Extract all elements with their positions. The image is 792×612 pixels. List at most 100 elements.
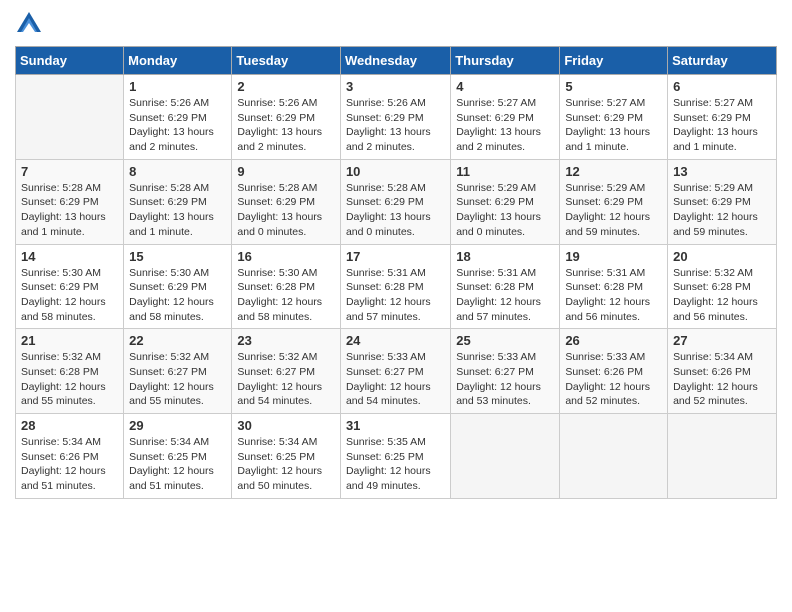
day-detail: Sunrise: 5:27 AMSunset: 6:29 PMDaylight:… (565, 96, 662, 155)
day-number: 25 (456, 333, 554, 348)
header (15, 10, 777, 38)
day-number: 8 (129, 164, 226, 179)
day-cell: 30 Sunrise: 5:34 AMSunset: 6:25 PMDayligh… (232, 414, 341, 499)
day-number: 30 (237, 418, 335, 433)
day-number: 15 (129, 249, 226, 264)
week-row-5: 28 Sunrise: 5:34 AMSunset: 6:26 PMDayligh… (16, 414, 777, 499)
day-cell: 10 Sunrise: 5:28 AMSunset: 6:29 PMDayligh… (340, 159, 450, 244)
day-detail: Sunrise: 5:28 AMSunset: 6:29 PMDaylight:… (346, 181, 445, 240)
day-detail: Sunrise: 5:33 AMSunset: 6:27 PMDaylight:… (456, 350, 554, 409)
day-number: 23 (237, 333, 335, 348)
day-detail: Sunrise: 5:34 AMSunset: 6:25 PMDaylight:… (129, 435, 226, 494)
day-number: 24 (346, 333, 445, 348)
day-number: 18 (456, 249, 554, 264)
day-number: 22 (129, 333, 226, 348)
day-number: 21 (21, 333, 118, 348)
header-cell-friday: Friday (560, 47, 668, 75)
day-cell: 5 Sunrise: 5:27 AMSunset: 6:29 PMDaylight… (560, 75, 668, 160)
day-cell: 17 Sunrise: 5:31 AMSunset: 6:28 PMDayligh… (340, 244, 450, 329)
day-cell: 8 Sunrise: 5:28 AMSunset: 6:29 PMDaylight… (124, 159, 232, 244)
header-cell-monday: Monday (124, 47, 232, 75)
day-cell: 14 Sunrise: 5:30 AMSunset: 6:29 PMDayligh… (16, 244, 124, 329)
week-row-1: 1 Sunrise: 5:26 AMSunset: 6:29 PMDaylight… (16, 75, 777, 160)
week-row-2: 7 Sunrise: 5:28 AMSunset: 6:29 PMDaylight… (16, 159, 777, 244)
day-cell: 22 Sunrise: 5:32 AMSunset: 6:27 PMDayligh… (124, 329, 232, 414)
day-cell: 16 Sunrise: 5:30 AMSunset: 6:28 PMDayligh… (232, 244, 341, 329)
day-cell: 25 Sunrise: 5:33 AMSunset: 6:27 PMDayligh… (451, 329, 560, 414)
day-number: 7 (21, 164, 118, 179)
day-cell: 13Sunrise: 5:29 AMSunset: 6:29 PMDayligh… (668, 159, 777, 244)
day-cell: 26 Sunrise: 5:33 AMSunset: 6:26 PMDayligh… (560, 329, 668, 414)
day-cell: 9 Sunrise: 5:28 AMSunset: 6:29 PMDaylight… (232, 159, 341, 244)
day-detail: Sunrise: 5:26 AMSunset: 6:29 PMDaylight:… (237, 96, 335, 155)
day-detail: Sunrise: 5:34 AMSunset: 6:26 PMDaylight:… (21, 435, 118, 494)
day-number: 11 (456, 164, 554, 179)
day-cell (16, 75, 124, 160)
day-number: 31 (346, 418, 445, 433)
day-detail: Sunrise: 5:32 AMSunset: 6:28 PMDaylight:… (21, 350, 118, 409)
day-detail: Sunrise: 5:30 AMSunset: 6:29 PMDaylight:… (129, 266, 226, 325)
day-cell: 24 Sunrise: 5:33 AMSunset: 6:27 PMDayligh… (340, 329, 450, 414)
day-detail: Sunrise: 5:30 AMSunset: 6:28 PMDaylight:… (237, 266, 335, 325)
day-number: 3 (346, 79, 445, 94)
day-number: 28 (21, 418, 118, 433)
day-cell: 6 Sunrise: 5:27 AMSunset: 6:29 PMDaylight… (668, 75, 777, 160)
day-number: 29 (129, 418, 226, 433)
day-number: 19 (565, 249, 662, 264)
day-detail: Sunrise: 5:26 AMSunset: 6:29 PMDaylight:… (346, 96, 445, 155)
day-detail: Sunrise: 5:30 AMSunset: 6:29 PMDaylight:… (21, 266, 118, 325)
day-detail: Sunrise: 5:28 AMSunset: 6:29 PMDaylight:… (21, 181, 118, 240)
day-number: 1 (129, 79, 226, 94)
day-cell: 3 Sunrise: 5:26 AMSunset: 6:29 PMDaylight… (340, 75, 450, 160)
day-detail: Sunrise: 5:32 AMSunset: 6:27 PMDaylight:… (129, 350, 226, 409)
day-number: 12 (565, 164, 662, 179)
day-cell: 21 Sunrise: 5:32 AMSunset: 6:28 PMDayligh… (16, 329, 124, 414)
day-detail: Sunrise: 5:35 AMSunset: 6:25 PMDaylight:… (346, 435, 445, 494)
week-row-4: 21 Sunrise: 5:32 AMSunset: 6:28 PMDayligh… (16, 329, 777, 414)
day-number: 9 (237, 164, 335, 179)
day-detail: Sunrise: 5:31 AMSunset: 6:28 PMDaylight:… (346, 266, 445, 325)
day-number: 16 (237, 249, 335, 264)
week-row-3: 14 Sunrise: 5:30 AMSunset: 6:29 PMDayligh… (16, 244, 777, 329)
day-detail: Sunrise: 5:28 AMSunset: 6:29 PMDaylight:… (237, 181, 335, 240)
day-number: 6 (673, 79, 771, 94)
day-cell: 31 Sunrise: 5:35 AMSunset: 6:25 PMDayligh… (340, 414, 450, 499)
day-detail: Sunrise: 5:34 AMSunset: 6:26 PMDaylight:… (673, 350, 771, 409)
day-detail: Sunrise: 5:27 AMSunset: 6:29 PMDaylight:… (673, 96, 771, 155)
day-number: 27 (673, 333, 771, 348)
day-detail: Sunrise: 5:32 AMSunset: 6:28 PMDaylight:… (673, 266, 771, 325)
day-cell: 18Sunrise: 5:31 AMSunset: 6:28 PMDayligh… (451, 244, 560, 329)
day-number: 14 (21, 249, 118, 264)
day-detail: Sunrise: 5:32 AMSunset: 6:27 PMDaylight:… (237, 350, 335, 409)
day-detail: Sunrise: 5:31 AMSunset: 6:28 PMDaylight:… (565, 266, 662, 325)
day-number: 10 (346, 164, 445, 179)
day-detail: Sunrise: 5:33 AMSunset: 6:27 PMDaylight:… (346, 350, 445, 409)
day-number: 20 (673, 249, 771, 264)
day-detail: Sunrise: 5:26 AMSunset: 6:29 PMDaylight:… (129, 96, 226, 155)
day-detail: Sunrise: 5:29 AMSunset: 6:29 PMDaylight:… (456, 181, 554, 240)
day-detail: Sunrise: 5:29 AMSunset: 6:29 PMDaylight:… (673, 181, 771, 240)
day-cell: 1 Sunrise: 5:26 AMSunset: 6:29 PMDaylight… (124, 75, 232, 160)
day-cell: 20 Sunrise: 5:32 AMSunset: 6:28 PMDayligh… (668, 244, 777, 329)
day-number: 17 (346, 249, 445, 264)
day-number: 26 (565, 333, 662, 348)
day-detail: Sunrise: 5:28 AMSunset: 6:29 PMDaylight:… (129, 181, 226, 240)
day-cell: 27 Sunrise: 5:34 AMSunset: 6:26 PMDayligh… (668, 329, 777, 414)
day-cell: 29 Sunrise: 5:34 AMSunset: 6:25 PMDayligh… (124, 414, 232, 499)
header-cell-thursday: Thursday (451, 47, 560, 75)
day-detail: Sunrise: 5:27 AMSunset: 6:29 PMDaylight:… (456, 96, 554, 155)
header-cell-wednesday: Wednesday (340, 47, 450, 75)
day-number: 5 (565, 79, 662, 94)
calendar-table: SundayMondayTuesdayWednesdayThursdayFrid… (15, 46, 777, 499)
header-cell-sunday: Sunday (16, 47, 124, 75)
day-detail: Sunrise: 5:33 AMSunset: 6:26 PMDaylight:… (565, 350, 662, 409)
day-detail: Sunrise: 5:34 AMSunset: 6:25 PMDaylight:… (237, 435, 335, 494)
day-cell: 19 Sunrise: 5:31 AMSunset: 6:28 PMDayligh… (560, 244, 668, 329)
day-cell (668, 414, 777, 499)
day-cell: 2Sunrise: 5:26 AMSunset: 6:29 PMDaylight… (232, 75, 341, 160)
header-cell-tuesday: Tuesday (232, 47, 341, 75)
day-number: 4 (456, 79, 554, 94)
logo-icon (15, 10, 43, 38)
day-cell: 11 Sunrise: 5:29 AMSunset: 6:29 PMDayligh… (451, 159, 560, 244)
logo (15, 10, 47, 38)
